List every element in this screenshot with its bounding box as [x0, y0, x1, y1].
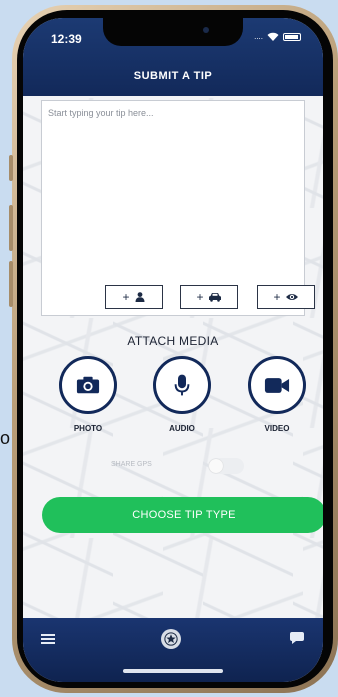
- side-button-mute: [9, 155, 13, 181]
- status-icons: ....: [254, 32, 301, 41]
- status-time: 12:39: [51, 32, 82, 46]
- share-gps-label: SHARE GPS: [111, 461, 152, 468]
- tip-box: + + +: [41, 100, 315, 316]
- video-camera-icon: [264, 377, 290, 393]
- page-title: SUBMIT A TIP: [133, 70, 213, 82]
- plus-label: +: [196, 290, 204, 304]
- audio-button[interactable]: [153, 356, 211, 414]
- audio-label: AUDIO: [169, 424, 195, 433]
- phone-notch: [103, 18, 243, 46]
- add-vehicle-button[interactable]: +: [180, 285, 238, 309]
- bottom-nav: [23, 618, 323, 682]
- plus-label: +: [122, 290, 130, 304]
- photo-button[interactable]: [59, 356, 117, 414]
- microphone-icon: [174, 374, 190, 396]
- hamburger-menu-icon[interactable]: [41, 634, 55, 644]
- signal-icon: ....: [254, 32, 263, 41]
- chat-icon[interactable]: [289, 631, 305, 645]
- side-button-volume-down: [9, 261, 13, 307]
- police-badge-icon[interactable]: [161, 629, 181, 649]
- app-screen: 12:39 .... SUBMIT A TIP + +: [23, 18, 323, 682]
- car-icon: [208, 293, 221, 302]
- video-label: VIDEO: [264, 424, 290, 433]
- app-header: 12:39 .... SUBMIT A TIP: [23, 18, 323, 96]
- wifi-icon: [267, 32, 279, 41]
- camera-dot: [203, 27, 209, 33]
- stray-text: o: [0, 428, 11, 448]
- plus-label: +: [273, 290, 281, 304]
- home-indicator: [123, 669, 223, 673]
- battery-icon: [283, 32, 301, 41]
- person-icon: [135, 292, 144, 302]
- add-witness-button[interactable]: +: [257, 285, 315, 309]
- stage: o 12:39 .... SUBMIT A TIP +: [0, 0, 338, 697]
- add-person-button[interactable]: +: [105, 285, 163, 309]
- attach-media-title: ATTACH MEDIA: [127, 334, 219, 348]
- star-icon: [164, 632, 178, 646]
- share-gps-row: SHARE GPS: [23, 458, 323, 474]
- eye-icon: [285, 294, 298, 300]
- toggle-knob: [209, 459, 223, 473]
- choose-tip-type-button[interactable]: CHOOSE TIP TYPE: [42, 497, 323, 533]
- photo-label: PHOTO: [73, 424, 103, 433]
- tip-input[interactable]: [42, 101, 304, 279]
- video-button[interactable]: [248, 356, 306, 414]
- camera-icon: [76, 376, 100, 394]
- share-gps-toggle[interactable]: [208, 458, 244, 474]
- side-button-volume-up: [9, 205, 13, 251]
